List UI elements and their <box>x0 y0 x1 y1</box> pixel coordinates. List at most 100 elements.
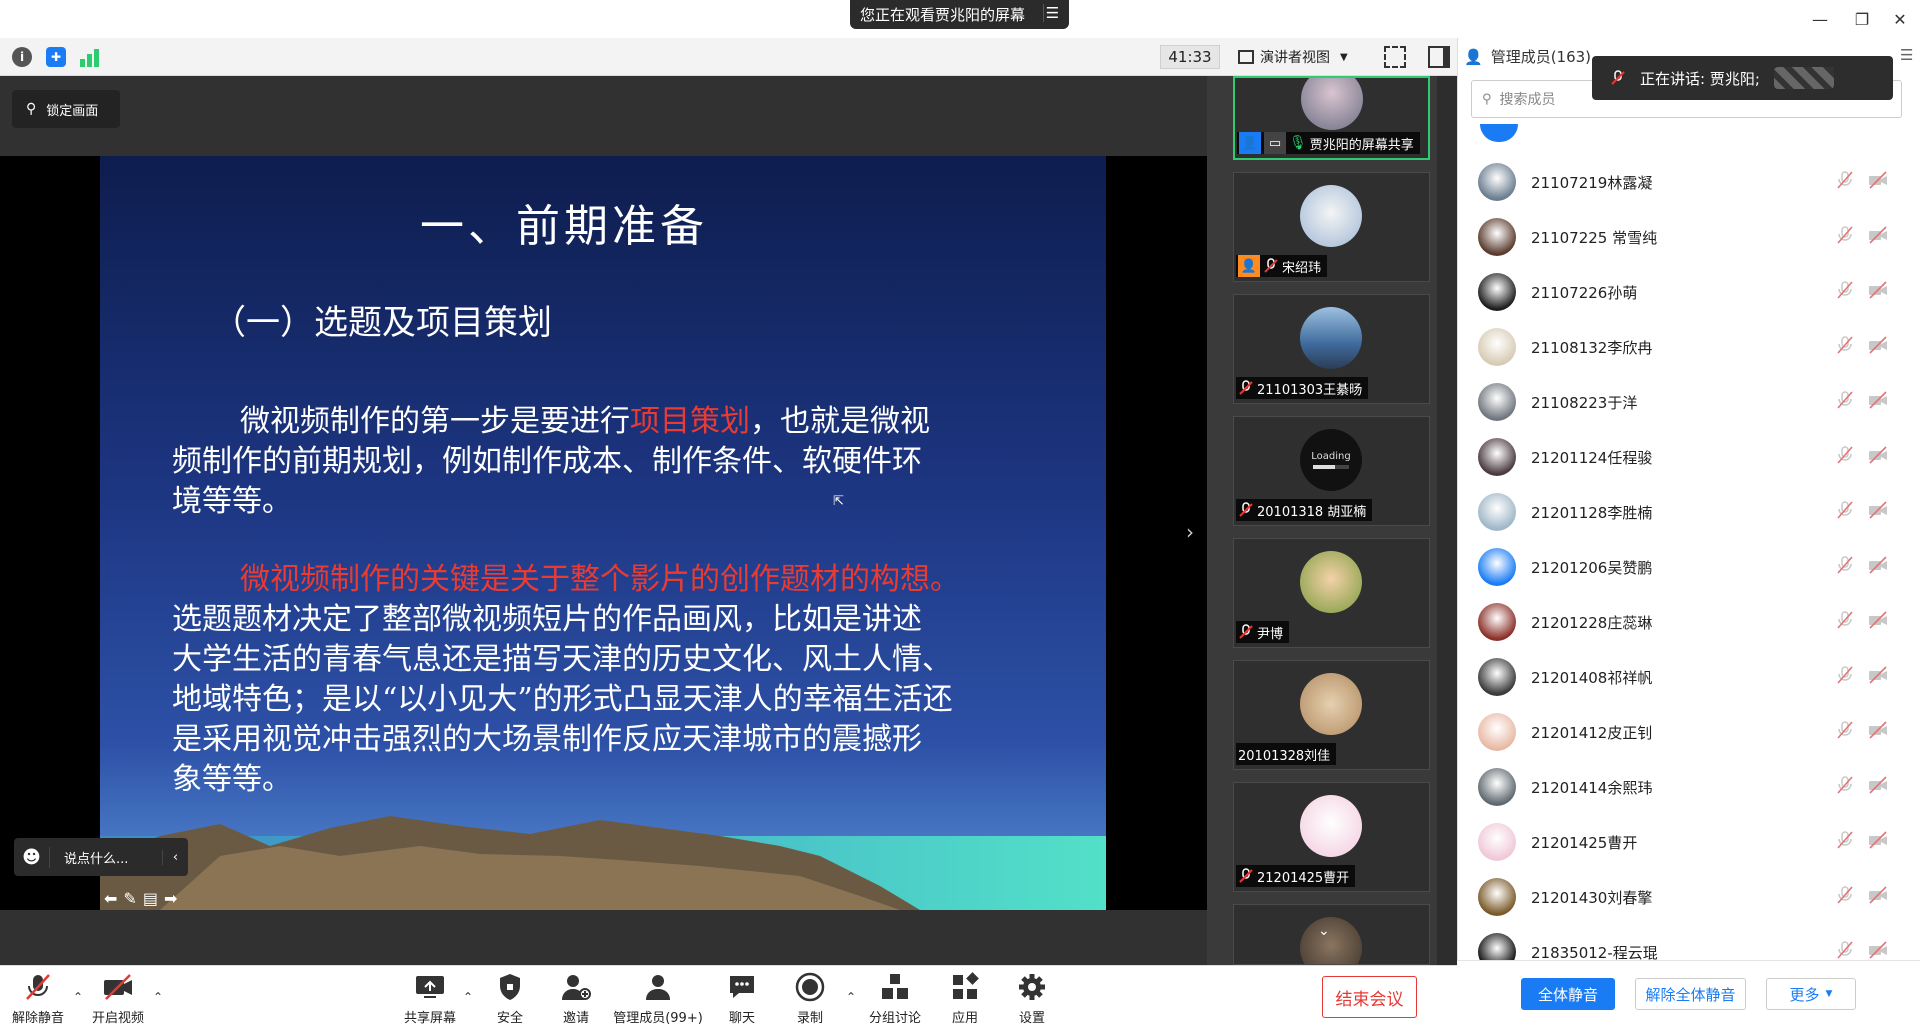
collapse-chat-icon[interactable]: ‹ <box>162 849 188 865</box>
member-row[interactable]: 21108132李欣冉 <box>1478 325 1898 369</box>
member-row[interactable]: 21107226孙萌 <box>1478 270 1898 314</box>
camera-off-icon[interactable] <box>1868 501 1888 523</box>
pen-icon[interactable]: ✎ <box>123 889 136 908</box>
mic-muted-icon[interactable] <box>1836 171 1854 193</box>
signal-icon[interactable] <box>80 47 102 67</box>
unmute-button[interactable]: 解除静音 <box>3 970 73 1030</box>
panel-menu-icon[interactable]: ☰ <box>1900 46 1913 64</box>
unmute-all-button[interactable]: 解除全体静音 <box>1635 978 1746 1010</box>
member-row[interactable]: 21108223于洋 <box>1478 380 1898 424</box>
strip-divider[interactable] <box>1437 76 1457 965</box>
next-slide-icon[interactable]: ➡ <box>164 889 177 908</box>
camera-off-icon[interactable] <box>1868 171 1888 193</box>
camera-off-icon[interactable] <box>1868 721 1888 743</box>
invite-button[interactable]: 邀请 <box>541 970 611 1030</box>
close-button[interactable]: ✕ <box>1880 4 1920 34</box>
video-tile[interactable]: 20101328刘佳 <box>1233 660 1430 770</box>
restore-button[interactable]: ❐ <box>1842 4 1882 34</box>
chat-button[interactable]: 聊天 <box>707 970 777 1030</box>
share-banner[interactable]: 您正在观看贾兆阳的屏幕 ☰ <box>850 0 1069 29</box>
member-row[interactable]: 21201408祁祥帆 <box>1478 655 1898 699</box>
manage-members-button[interactable]: 管理成员(99+) <box>607 970 709 1030</box>
member-row[interactable]: 21201412皮正钊 <box>1478 710 1898 754</box>
camera-off-icon[interactable] <box>1868 611 1888 633</box>
record-options-caret-icon[interactable]: ⌃ <box>846 990 856 1004</box>
camera-off-icon[interactable] <box>1868 776 1888 798</box>
camera-off-icon[interactable] <box>1868 226 1888 248</box>
apps-button[interactable]: 应用 <box>930 970 1000 1030</box>
share-screen-button[interactable]: 共享屏幕 <box>395 970 465 1030</box>
camera-off-icon[interactable] <box>1868 666 1888 688</box>
people-icon: 👤 <box>1464 47 1483 66</box>
side-panel-toggle-icon[interactable] <box>1428 46 1450 68</box>
member-row[interactable]: 21201430刘春擎 <box>1478 875 1898 919</box>
camera-off-icon[interactable] <box>1868 336 1888 358</box>
lock-screen-button[interactable]: ⚲ 锁定画面 <box>12 90 120 128</box>
member-row[interactable]: 21201128李胜楠 <box>1478 490 1898 534</box>
video-tile[interactable]: 21201425曹开 <box>1233 782 1430 892</box>
video-tile[interactable]: Loading 20101318 胡亚楠 <box>1233 416 1430 526</box>
member-row[interactable]: 21201124任程骏 <box>1478 435 1898 479</box>
member-row[interactable]: 21201425曹开 <box>1478 820 1898 864</box>
mute-all-button[interactable]: 全体静音 <box>1521 978 1615 1010</box>
video-options-caret-icon[interactable]: ⌃ <box>153 990 163 1004</box>
fullscreen-icon[interactable] <box>1384 46 1406 68</box>
mic-muted-icon[interactable] <box>1836 336 1854 358</box>
video-tile-partial[interactable]: ⌄ <box>1233 904 1430 965</box>
mic-muted-icon[interactable] <box>1836 611 1854 633</box>
view-mode-select[interactable]: 演讲者视图 ▼ <box>1232 44 1368 70</box>
info-icon[interactable]: i <box>12 47 32 67</box>
slide-paragraph-1: 微视频制作的第一步是要进行项目策划，也就是微视 频制作的前期规划，例如制作成本、… <box>172 402 1052 522</box>
banner-menu-icon[interactable]: ☰ <box>1043 4 1061 22</box>
minimize-button[interactable]: — <box>1800 4 1840 34</box>
camera-off-icon[interactable] <box>1868 556 1888 578</box>
meeting-window: 您正在观看贾兆阳的屏幕 ☰ — ❐ ✕ i ✚ 41:33 演讲者视图 ▼ 一、… <box>0 0 1920 1032</box>
avatar <box>1300 185 1362 247</box>
avatar <box>1300 673 1362 735</box>
more-button[interactable]: 更多 ▼ <box>1766 978 1856 1010</box>
video-tile-presenter[interactable]: 👤 ▭ 🎙 贾兆阳的屏幕共享 <box>1233 76 1430 160</box>
mic-muted-icon[interactable] <box>1836 226 1854 248</box>
shield-icon[interactable]: ✚ <box>46 47 66 67</box>
mic-muted-icon[interactable] <box>1836 556 1854 578</box>
member-name: 21201430刘春擎 <box>1531 888 1653 907</box>
chevron-right-icon[interactable]: › <box>1186 520 1194 544</box>
security-button[interactable]: 安全 <box>475 970 545 1030</box>
audio-options-caret-icon[interactable]: ⌃ <box>73 990 83 1004</box>
mic-muted-icon[interactable] <box>1836 281 1854 303</box>
member-row[interactable]: 21201414余熙玮 <box>1478 765 1898 809</box>
settings-button[interactable]: 设置 <box>997 970 1067 1030</box>
member-row[interactable]: 21107219林露凝 <box>1478 160 1898 204</box>
video-tile[interactable]: 👤 宋绍玮 <box>1233 172 1430 282</box>
camera-off-icon[interactable] <box>1868 446 1888 468</box>
slide-menu-icon[interactable]: ▤ <box>143 889 158 908</box>
mic-muted-icon[interactable] <box>1836 886 1854 908</box>
breakout-button[interactable]: 分组讨论 <box>860 970 930 1030</box>
end-meeting-button[interactable]: 结束会议 <box>1322 976 1417 1018</box>
video-tile[interactable]: 21101303王綦旸 <box>1233 294 1430 404</box>
mic-muted-icon[interactable] <box>1836 501 1854 523</box>
prev-slide-icon[interactable]: ⬅ <box>104 889 117 908</box>
quick-chat-input[interactable]: ☻ 说点什么... ‹ <box>14 838 188 876</box>
letterbox-left <box>0 156 100 910</box>
member-row[interactable]: 21107225 常雪纯 <box>1478 215 1898 259</box>
mic-muted-icon[interactable] <box>1836 721 1854 743</box>
mic-muted-icon[interactable] <box>1836 446 1854 468</box>
camera-off-icon[interactable] <box>1868 831 1888 853</box>
video-tile[interactable]: 尹博 <box>1233 538 1430 648</box>
mic-muted-icon[interactable] <box>1836 666 1854 688</box>
emoji-icon[interactable]: ☻ <box>14 846 50 868</box>
record-button[interactable]: 录制 <box>775 970 845 1030</box>
chevron-down-icon[interactable]: ⌄ <box>1318 923 1330 939</box>
member-row[interactable]: 21201228庄蕊琳 <box>1478 600 1898 644</box>
mic-muted-icon[interactable] <box>1836 831 1854 853</box>
camera-off-icon[interactable] <box>1868 281 1888 303</box>
camera-off-icon[interactable] <box>1868 391 1888 413</box>
share-options-caret-icon[interactable]: ⌃ <box>463 990 473 1004</box>
invite-label: 邀请 <box>562 1011 589 1026</box>
mic-muted-icon[interactable] <box>1836 391 1854 413</box>
camera-off-icon[interactable] <box>1868 886 1888 908</box>
mic-muted-icon[interactable] <box>1836 776 1854 798</box>
start-video-button[interactable]: 开启视频 <box>83 970 153 1030</box>
member-row[interactable]: 21201206吴赞鹏 <box>1478 545 1898 589</box>
